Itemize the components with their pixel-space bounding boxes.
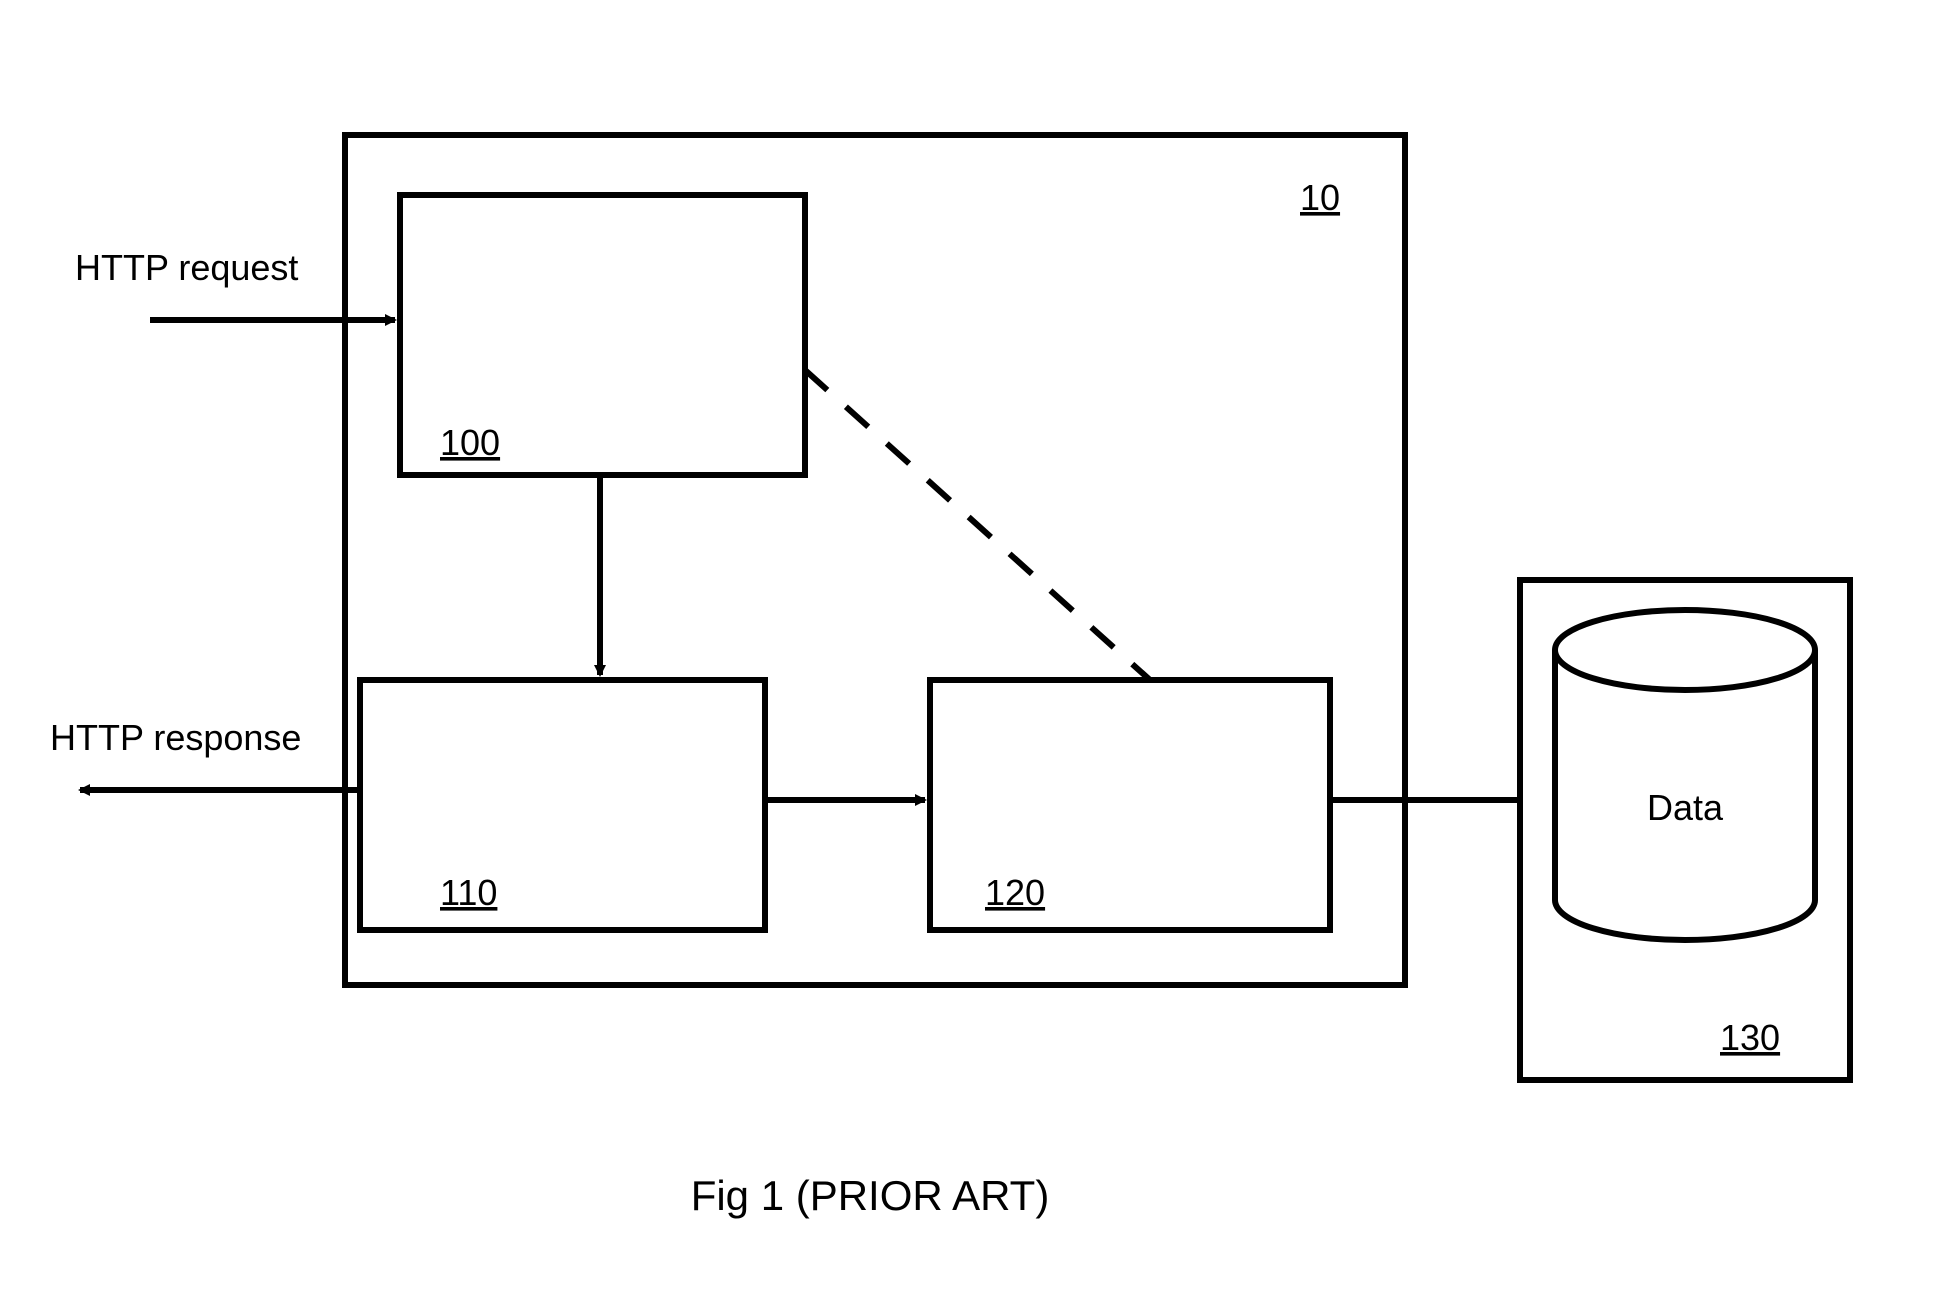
diagram-svg: 10 100 110 120 130 Data HTTP request HTT… [0,0,1939,1312]
data-label: Data [1647,787,1724,828]
container-10 [345,135,1405,985]
dashed-100-to-120 [805,370,1150,680]
id-100: 100 [440,422,500,463]
id-110: 110 [440,872,497,913]
id-120: 120 [985,872,1045,913]
box-110 [360,680,765,930]
database-cylinder: Data [1555,610,1815,940]
id-10: 10 [1300,177,1340,218]
id-130: 130 [1720,1017,1780,1058]
figure-caption: Fig 1 (PRIOR ART) [691,1172,1050,1219]
http-response-label: HTTP response [50,717,301,758]
http-request-label: HTTP request [75,247,298,288]
